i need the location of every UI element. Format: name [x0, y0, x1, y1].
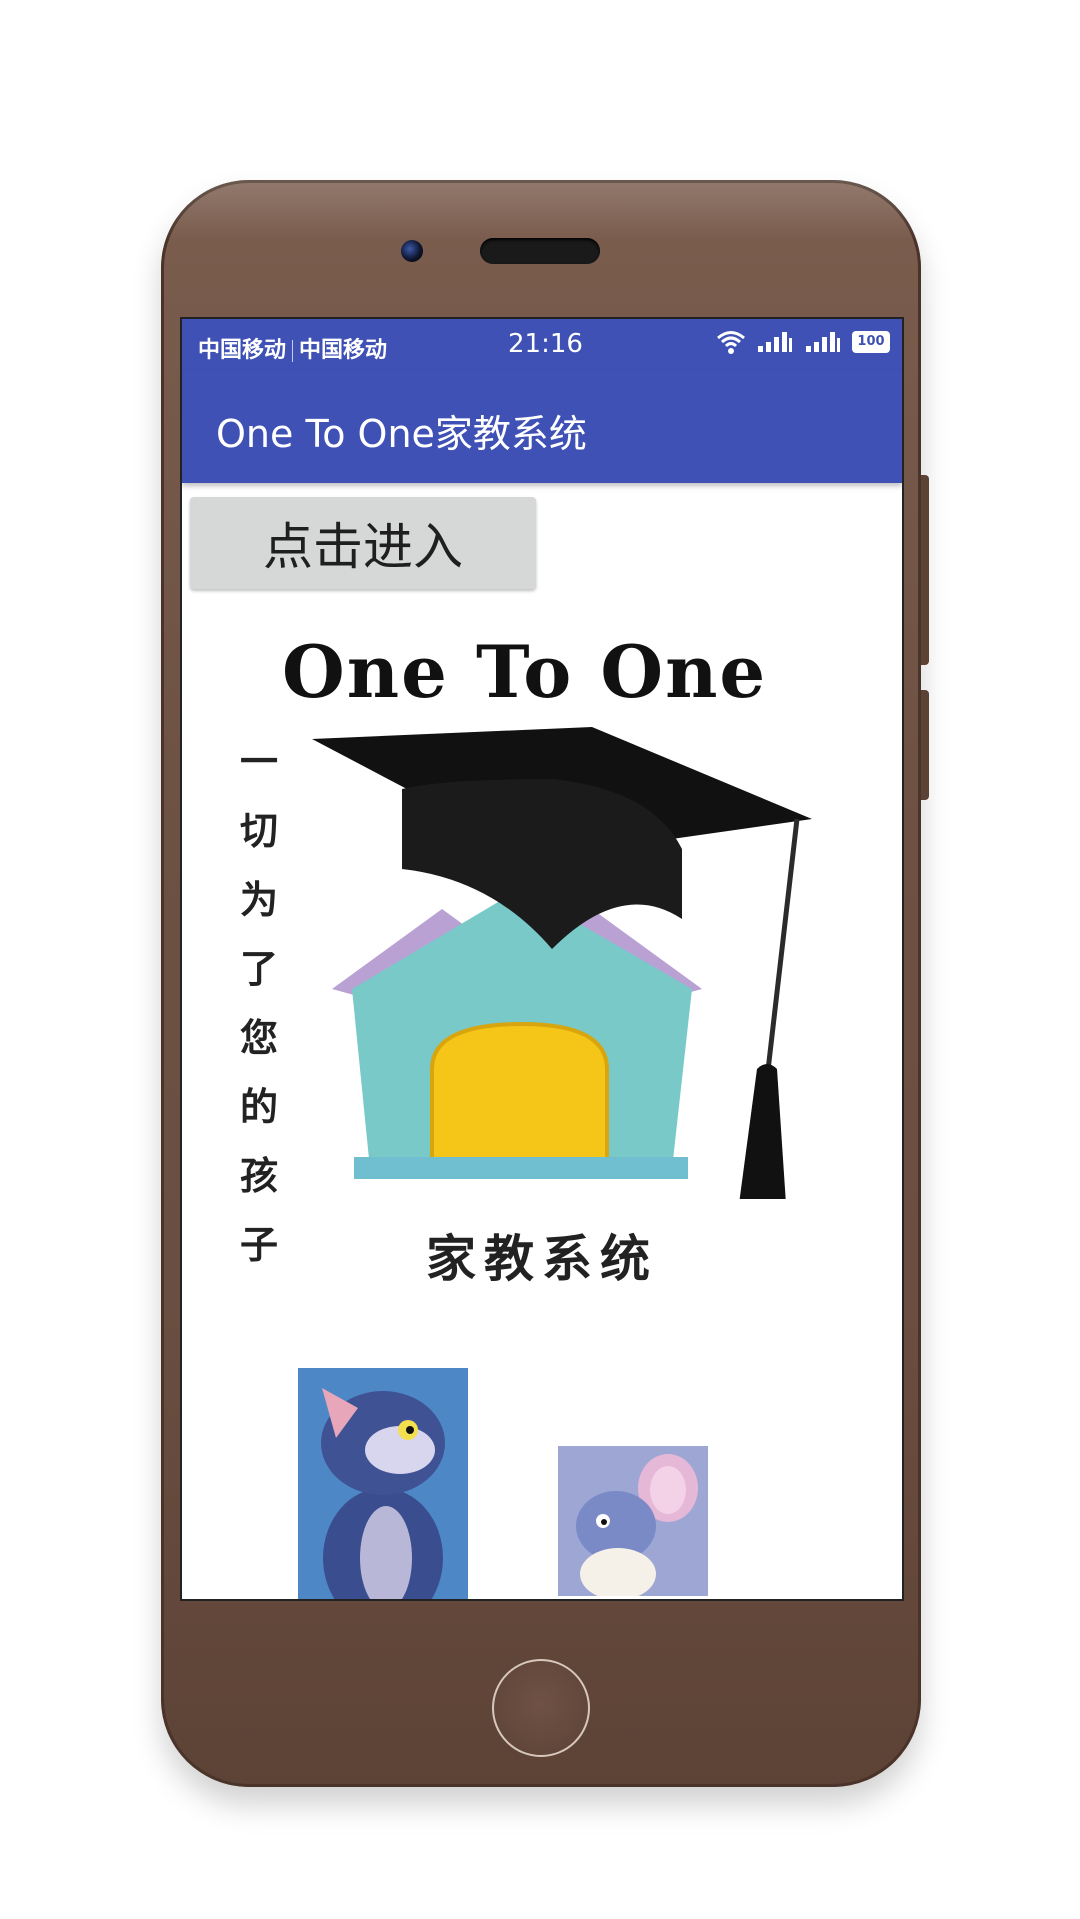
slogan-char: 为	[239, 877, 278, 922]
mouse-cartoon-image	[558, 1446, 708, 1596]
carrier-labels: 中国移动 中国移动	[198, 332, 387, 364]
logo-title: One To One	[282, 629, 768, 714]
slogan-char: 孩	[239, 1153, 278, 1198]
slogan-char: 子	[239, 1222, 278, 1267]
logo-slogan: 一 切 为 了 您 的 孩 子	[234, 727, 284, 1279]
slogan-char: 了	[239, 946, 278, 991]
front-camera-icon	[401, 240, 423, 262]
status-bar: 中国移动 中国移动 21:16 100	[182, 319, 902, 371]
wifi-icon	[717, 331, 745, 354]
app-bar: One To One家教系统	[182, 371, 902, 483]
volume-button	[921, 475, 929, 665]
slogan-char: 切	[239, 808, 278, 853]
home-button[interactable]	[492, 1659, 590, 1757]
earpiece-speaker-icon	[480, 238, 600, 264]
carrier-1: 中国移动	[198, 338, 287, 363]
app-title: One To One家教系统	[216, 412, 587, 456]
phone-top-highlight	[161, 180, 921, 240]
power-button	[921, 690, 929, 800]
battery-icon: 100	[852, 331, 890, 353]
slogan-char: 的	[239, 1084, 278, 1129]
slogan-char: 您	[239, 1015, 278, 1060]
status-icons: 100	[716, 329, 890, 355]
cat-cartoon-image	[298, 1368, 468, 1599]
logo-image: One To One 一 切 为 了 您 的 孩 子 家教系统	[182, 599, 902, 1599]
phone-screen: 中国移动 中国移动 21:16 100 One To One家教系统 点击进入 …	[180, 317, 904, 1601]
status-time: 21:16	[508, 329, 583, 359]
carrier-divider	[292, 340, 294, 362]
signal-icon	[758, 332, 792, 352]
carrier-2: 中国移动	[299, 338, 388, 363]
signal-icon	[806, 332, 840, 352]
house-icon	[332, 889, 702, 1179]
graduation-house-illustration	[312, 727, 812, 1199]
logo-subtitle: 家教系统	[426, 1229, 658, 1288]
slogan-char: 一	[239, 739, 278, 784]
device-frame-canvas: 中国移动 中国移动 21:16 100 One To One家教系统 点击进入 …	[0, 0, 1080, 1919]
enter-button[interactable]: 点击进入	[190, 497, 536, 589]
